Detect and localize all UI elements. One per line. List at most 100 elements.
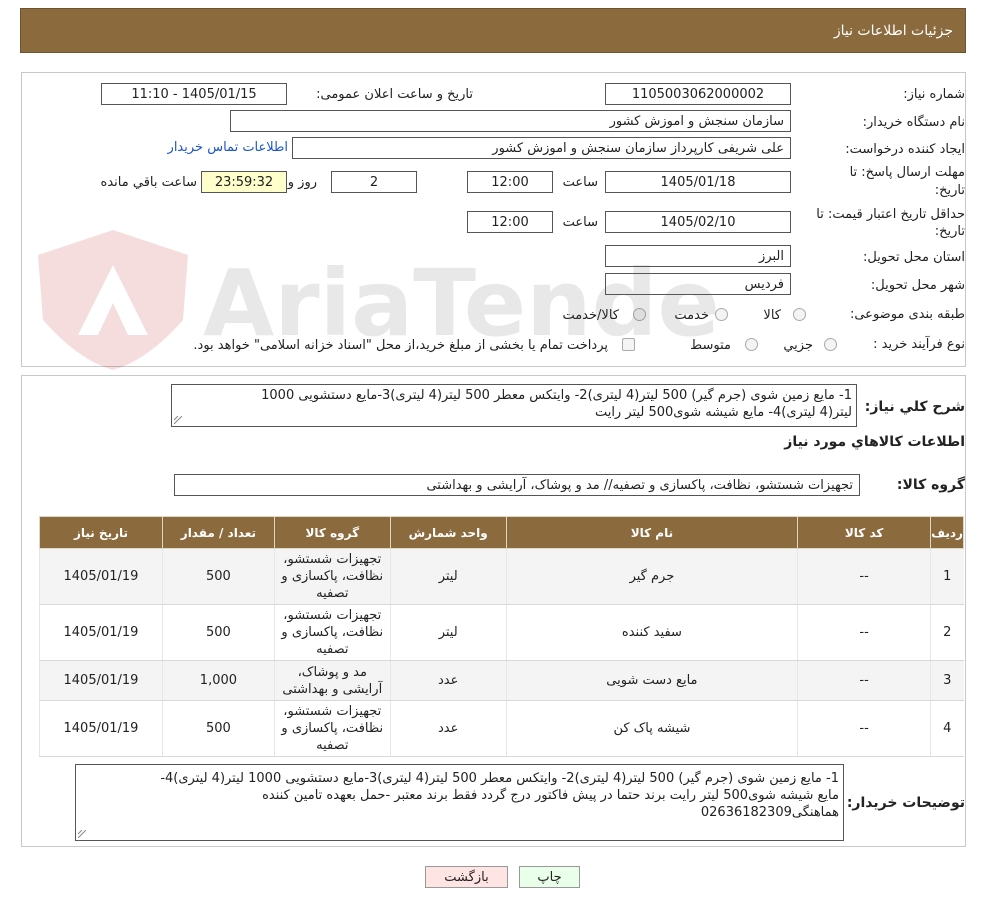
treasury-payment-note: پرداخت تمام یا بخشی از مبلغ خرید،از محل …: [193, 338, 608, 353]
cell-row: 4: [930, 700, 964, 757]
cell-group-line: تصفیه: [316, 586, 349, 601]
buyer-notes-textarea[interactable]: 1- مایع زمین شوی (جرم گیر) 500 لیتر(4 لی…: [75, 764, 844, 841]
goods-table: رديف کد کالا نام کالا واحد شمارش گروه کا…: [39, 516, 964, 757]
validity-label-line2: تاریخ:: [934, 224, 965, 239]
announce-label: تاریخ و ساعت اعلان عمومی:: [316, 87, 473, 102]
summary-label: شرح کلي نياز:: [864, 399, 965, 415]
radio-category-both-label: کالا/خدمت: [562, 308, 619, 323]
cell-group: مد و پوشاک، آرایشی و بهداشتی: [273, 660, 391, 701]
days-label: روز و: [287, 175, 317, 190]
goods-info-title: اطلاعات کالاهاي مورد نياز: [784, 434, 965, 450]
radio-process-medium-label: متوسط: [690, 338, 731, 353]
remaining-label: ساعت باقي مانده: [100, 175, 197, 190]
announce-field: 1405/01/15 - 11:10: [101, 83, 287, 105]
deadline-label-line2: تاریخ:: [934, 183, 965, 198]
resize-grip-icon[interactable]: [78, 830, 86, 838]
page-header: جزئیات اطلاعات نیاز: [20, 8, 966, 53]
table-row: 1 -- جرم گیر لیتر تجهیزات شستشو، نظافت، …: [39, 548, 964, 605]
cell-group: تجهیزات شستشو، نظافت، پاکسازی و تصفیه: [273, 548, 391, 605]
cell-unit: عدد: [389, 700, 507, 757]
deadline-label-line1: مهلت ارسال پاسخ: تا: [849, 165, 965, 180]
radio-category-service-label: خدمت: [674, 308, 709, 323]
print-button[interactable]: چاپ: [519, 866, 580, 888]
province-label: استان محل تحویل:: [863, 250, 965, 265]
col-header-qty: تعداد / مقدار: [161, 516, 275, 549]
cell-unit: عدد: [389, 660, 507, 701]
cell-name: مایع دست شویی: [505, 660, 798, 701]
col-header-group: گروه کالا: [273, 516, 391, 549]
buyer-org-label: نام دستگاه خریدار:: [862, 115, 965, 130]
cell-row: 3: [930, 660, 964, 701]
cell-group-line: تجهیزات شستشو،: [283, 704, 382, 719]
col-header-unit: واحد شمارش: [389, 516, 507, 549]
cell-qty: 1,000: [161, 660, 275, 701]
cell-name: سفید کننده: [505, 604, 798, 661]
city-field: فردیس: [605, 273, 791, 295]
buyer-contact-link[interactable]: اطلاعات تماس خریدار: [168, 140, 288, 155]
radio-process-medium[interactable]: [745, 338, 758, 351]
page-title: جزئیات اطلاعات نیاز: [833, 22, 953, 39]
goods-group-field: تجهیزات شستشو، نظافت، پاکسازی و تصفیه// …: [174, 474, 860, 496]
cell-group-line: تصفیه: [316, 642, 349, 657]
buyer-notes-line-3: هماهنگی02636182309: [700, 805, 839, 820]
validity-time-label: ساعت: [562, 215, 598, 230]
cell-group-line: آرایشی و بهداشتی: [282, 681, 383, 697]
radio-category-service[interactable]: [715, 308, 728, 321]
col-header-code: کد کالا: [797, 516, 932, 549]
buyer-notes-line-2: مایع شیشه شوی500 لیتر رایت برند حتما در …: [262, 788, 839, 803]
city-label: شهر محل تحویل:: [870, 278, 965, 293]
cell-group: تجهیزات شستشو، نظافت، پاکسازی و تصفیه: [273, 604, 391, 661]
radio-process-partial[interactable]: [824, 338, 837, 351]
table-row: 2 -- سفید کننده لیتر تجهیزات شستشو، نظاف…: [39, 604, 964, 661]
province-field: البرز: [605, 245, 791, 267]
buyer-notes-line-1: 1- مایع زمین شوی (جرم گیر) 500 لیتر(4 لی…: [160, 771, 839, 786]
cell-group-line: تصفیه: [316, 738, 349, 753]
treasury-checkbox[interactable]: [622, 338, 635, 351]
summary-textarea[interactable]: 1- مایع زمین شوی (جرم گیر) 500 لیتر(4 لی…: [171, 384, 857, 427]
table-row: 3 -- مایع دست شویی عدد مد و پوشاک، آرایش…: [39, 660, 964, 701]
radio-category-goods[interactable]: [793, 308, 806, 321]
cell-row: 2: [930, 604, 964, 661]
deadline-date-field: 1405/01/18: [605, 171, 791, 193]
cell-group-line: تجهیزات شستشو،: [283, 552, 382, 567]
deadline-time-field: 12:00: [467, 171, 553, 193]
buyer-org-field: سازمان سنجش و اموزش کشور: [230, 110, 791, 132]
radio-category-both[interactable]: [633, 308, 646, 321]
validity-label-line1: حداقل تاریخ اعتبار قیمت: تا: [816, 207, 965, 222]
cell-group-line: مد و پوشاک،: [297, 664, 367, 680]
cell-unit: لیتر: [389, 604, 507, 661]
col-header-name: نام کالا: [505, 516, 799, 549]
cell-name: جرم گیر: [505, 548, 798, 605]
cell-code: --: [797, 604, 931, 661]
cell-qty: 500: [161, 604, 275, 661]
cell-date: 1405/01/19: [39, 604, 163, 661]
radio-process-partial-label: جزیي: [783, 338, 813, 353]
cell-group-line: تجهیزات شستشو،: [283, 608, 382, 623]
col-header-date: تاریخ نیاز: [39, 516, 163, 549]
process-type-label: نوع فرآیند خرید :: [873, 337, 965, 352]
cell-code: --: [797, 700, 931, 757]
cell-date: 1405/01/19: [39, 700, 163, 757]
goods-group-label: گروه کالا:: [896, 477, 965, 493]
cell-name: شیشه پاک کن: [505, 700, 798, 757]
back-button[interactable]: بازگشت: [425, 866, 508, 888]
cell-code: --: [797, 660, 931, 701]
col-header-row: رديف: [930, 516, 964, 549]
summary-line-2: لیتر(4 لیتری)4- مایع شیشه شوی500 لیتر را…: [594, 405, 852, 420]
need-number-label: شماره نیاز:: [903, 87, 965, 102]
cell-code: --: [797, 548, 931, 605]
validity-date-field: 1405/02/10: [605, 211, 791, 233]
validity-time-field: 12:00: [467, 211, 553, 233]
cell-group: تجهیزات شستشو، نظافت، پاکسازی و تصفیه: [273, 700, 391, 757]
radio-category-goods-label: کالا: [763, 308, 781, 323]
deadline-time-label: ساعت: [562, 175, 598, 190]
table-header-row: رديف کد کالا نام کالا واحد شمارش گروه کا…: [39, 516, 964, 549]
resize-grip-icon[interactable]: [174, 416, 182, 424]
remaining-time-field: 23:59:32: [201, 171, 287, 193]
creator-label: ایجاد کننده درخواست:: [845, 142, 965, 157]
summary-line-1: 1- مایع زمین شوی (جرم گیر) 500 لیتر(4 لی…: [261, 388, 852, 403]
cell-unit: لیتر: [389, 548, 507, 605]
cell-qty: 500: [161, 548, 275, 605]
buyer-notes-label: توضیحات خریدار:: [846, 795, 965, 811]
cell-group-line: نظافت، پاکسازی و: [281, 625, 384, 640]
